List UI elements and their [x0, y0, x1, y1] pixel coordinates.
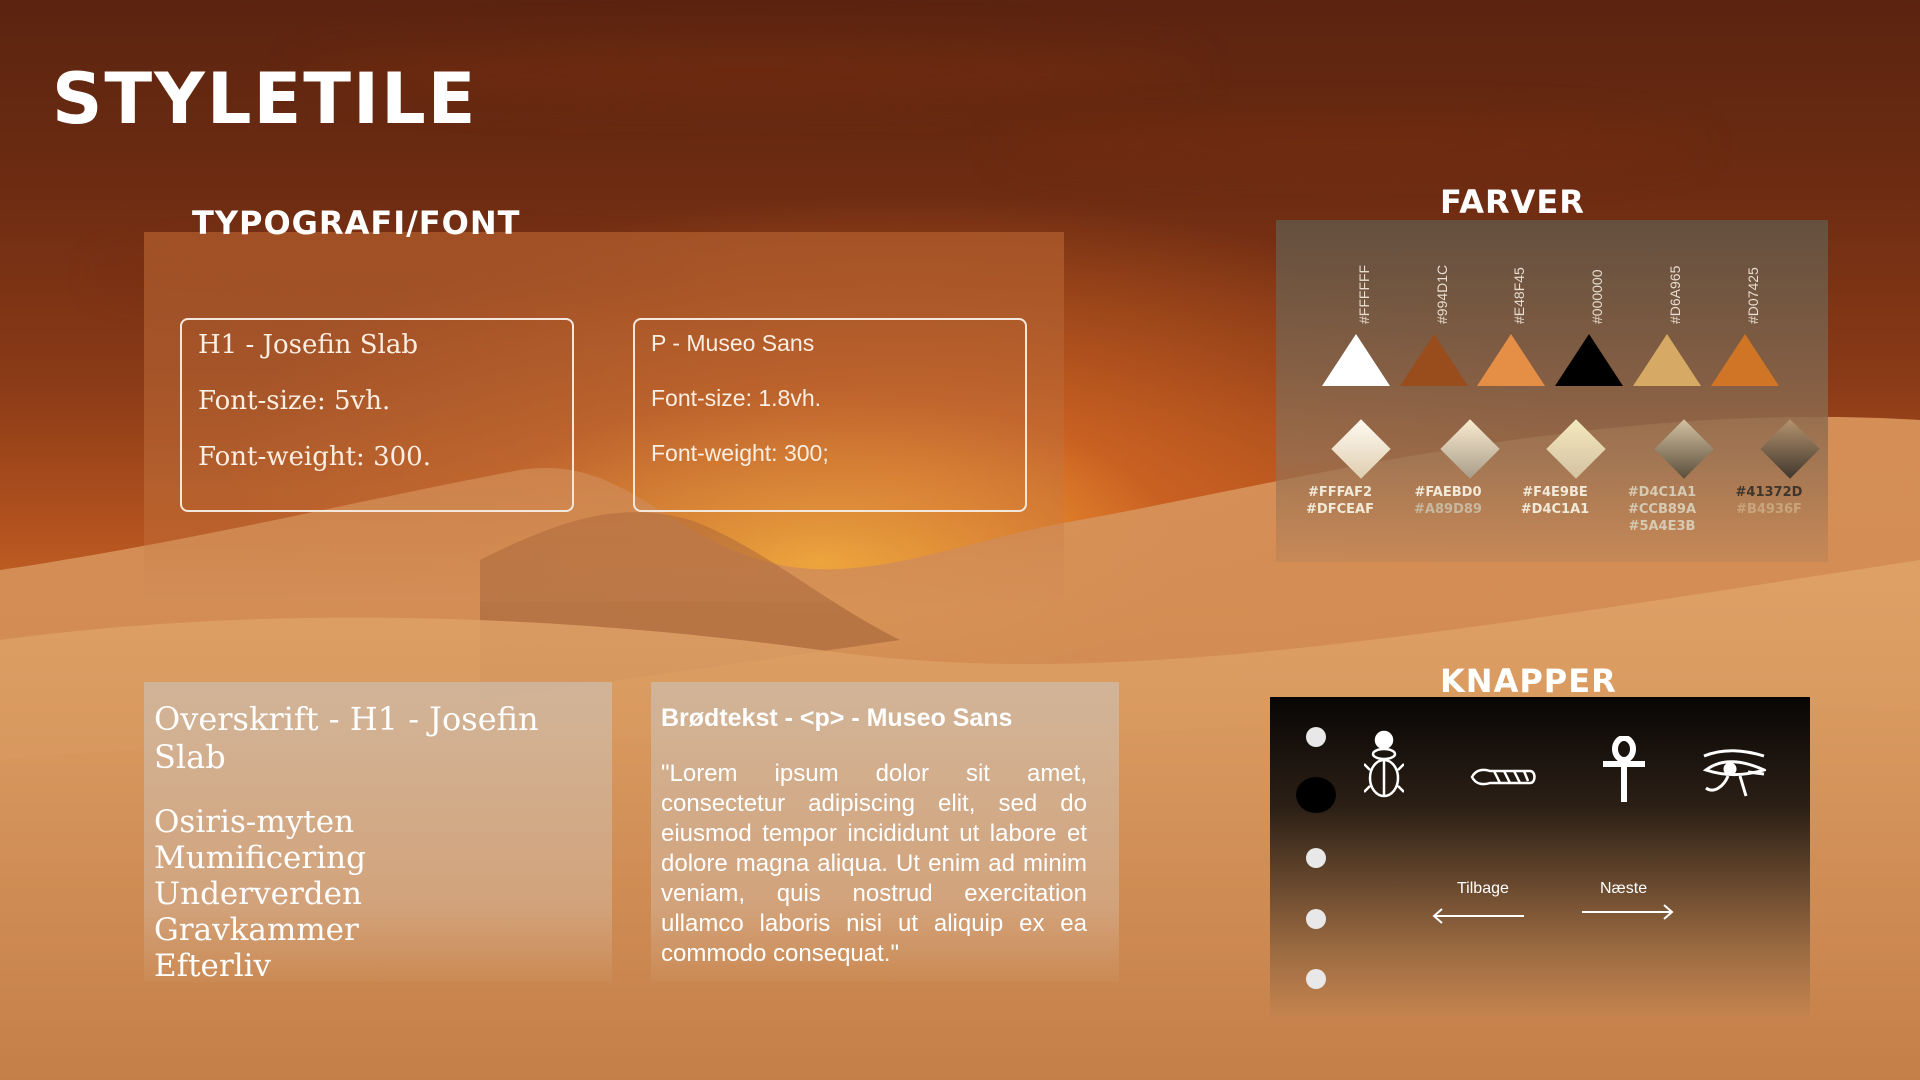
p-font-name: P - Museo Sans [651, 330, 815, 356]
color-swatch-triangle [1633, 334, 1701, 386]
swatch-hex-label: #000000 [1589, 269, 1605, 324]
color-swatch-triangle [1477, 334, 1545, 386]
gradient-hex-line: #FFFAF2 [1307, 485, 1373, 500]
h1-font-weight: Font-weight: 300. [198, 442, 431, 472]
back-arrow-button[interactable] [1432, 906, 1526, 924]
p-font-spec-box: P - Museo Sans Font-size: 1.8vh. Font-we… [633, 318, 1027, 512]
gradient-hex-line: #5A4E3B [1628, 519, 1696, 534]
p-font-size: Font-size: 1.8vh. [651, 385, 822, 411]
gradient-hex-line: #CCB89A [1627, 502, 1697, 517]
h1-font-size: Font-size: 5vh. [198, 386, 391, 416]
gradient-hex-line: #41372D [1735, 485, 1803, 500]
nav-dot[interactable] [1306, 727, 1326, 747]
list-item: Mumificering [154, 840, 366, 876]
gradient-hex-line: #F4E9BE [1522, 485, 1588, 500]
nav-dot-active[interactable] [1296, 777, 1336, 813]
list-item: Underverden [154, 876, 362, 912]
swatch-hex-label: #D07425 [1745, 267, 1761, 324]
gradient-hex-label: #FFFAF2 #DFCEAF [1285, 484, 1395, 518]
buttons-heading: KNAPPER [1440, 662, 1617, 700]
page-title: STYLETILE [52, 58, 478, 140]
mummy-icon[interactable] [1470, 767, 1538, 787]
gradient-hex-line: #D4C1A1 [1627, 485, 1697, 500]
color-swatch-triangle [1400, 334, 1468, 386]
eye-of-horus-icon[interactable] [1700, 748, 1766, 802]
color-swatch-triangle [1711, 334, 1779, 386]
gradient-hex-line: #DFCEAF [1306, 502, 1374, 517]
heading-sample-list: Osiris-myten Mumificering Underverden Gr… [154, 804, 612, 984]
color-swatch-triangle [1322, 334, 1390, 386]
gradient-hex-line: #B4936F [1736, 502, 1802, 517]
body-text-sample-title: Brødtekst - <p> - Museo Sans [661, 704, 1013, 732]
list-item: Osiris-myten [154, 804, 355, 840]
swatch-hex-label: #994D1C [1434, 264, 1450, 324]
next-arrow-button[interactable] [1580, 902, 1674, 920]
gradient-hex-label: #F4E9BE #D4C1A1 [1500, 484, 1610, 518]
next-button-label: Næste [1600, 880, 1648, 897]
ankh-icon[interactable] [1601, 736, 1647, 804]
back-button-label: Tilbage [1457, 880, 1509, 897]
swatch-hex-label: #D6A965 [1667, 265, 1683, 324]
gradient-hex-label: #FAEBD0 #A89D89 [1393, 484, 1503, 518]
gradient-hex-label: #41372D #B4936F [1714, 484, 1824, 518]
heading-sample-panel: Overskrift - H1 - Josefin Slab Osiris-my… [144, 682, 612, 984]
gradient-hex-line: #FAEBD0 [1414, 485, 1482, 500]
heading-sample-title: Overskrift - H1 - Josefin Slab [154, 700, 539, 776]
p-font-weight: Font-weight: 300; [651, 440, 829, 466]
gradient-hex-label: #D4C1A1 #CCB89A #5A4E3B [1607, 484, 1717, 535]
typography-heading: TYPOGRAFI/FONT [192, 204, 521, 242]
h1-font-spec-box: H1 - Josefin Slab Font-size: 5vh. Font-w… [180, 318, 574, 512]
list-item: Gravkammer [154, 912, 359, 948]
nav-dot[interactable] [1306, 969, 1326, 989]
nav-dot[interactable] [1306, 848, 1326, 868]
body-text-sample: "Lorem ipsum dolor sit amet, consectetur… [661, 760, 1087, 967]
buttons-panel [1270, 697, 1810, 1017]
nav-dot[interactable] [1306, 909, 1326, 929]
color-swatch-triangle [1555, 334, 1623, 386]
body-text-sample-panel: Brødtekst - <p> - Museo Sans "Lorem ipsu… [651, 682, 1119, 982]
scarab-icon[interactable] [1364, 730, 1404, 806]
swatch-hex-label: #E48F45 [1511, 267, 1527, 324]
colors-heading: FARVER [1440, 183, 1585, 221]
h1-font-name: H1 - Josefin Slab [198, 330, 418, 360]
swatch-hex-label: #FFFFFF [1356, 264, 1372, 324]
gradient-hex-line: #D4C1A1 [1520, 502, 1590, 517]
list-item: Efterliv [154, 948, 272, 984]
gradient-hex-line: #A89D89 [1414, 502, 1482, 517]
